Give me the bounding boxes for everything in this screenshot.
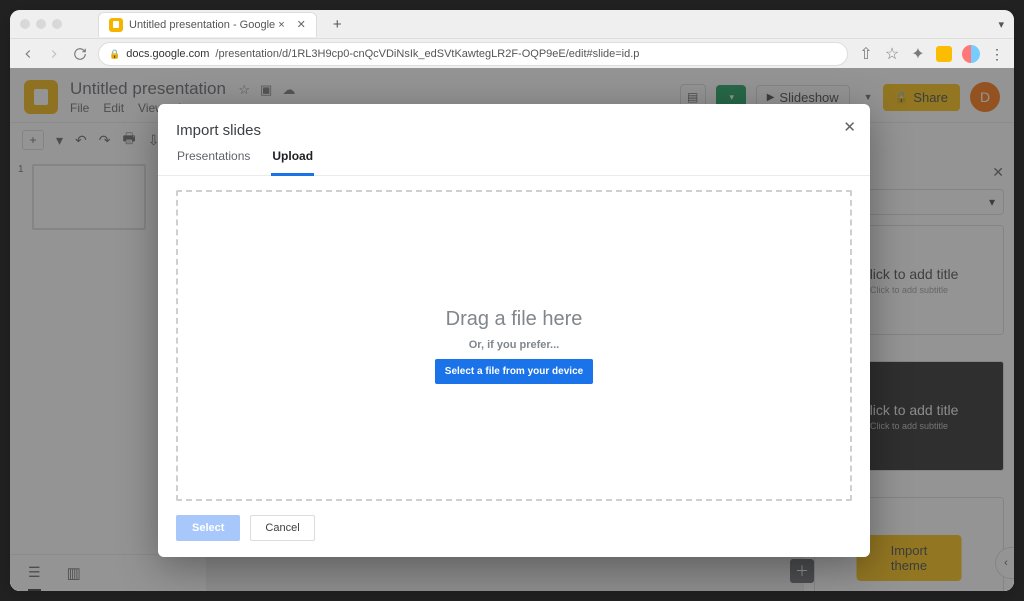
new-tab-button[interactable]: + [333,16,342,33]
url-host: docs.google.com [126,48,209,60]
tab-upload[interactable]: Upload [271,149,314,176]
tabs-overflow-icon[interactable]: ▾ [998,18,1004,31]
dropzone-or-text: Or, if you prefer... [469,339,559,351]
forward-button [46,46,62,62]
extension-yellow-icon[interactable] [936,46,952,62]
share-page-icon[interactable]: ⇧ [858,46,874,62]
browser-address-bar: docs.google.com/presentation/d/1RL3H9cp0… [10,39,1014,70]
reload-button[interactable] [72,46,88,62]
dialog-tabs: Presentations Upload [158,149,870,176]
browser-tab[interactable]: Untitled presentation - Google × ✕ [98,12,317,37]
profile-avatar-icon[interactable] [962,45,980,63]
lock-icon [109,48,120,60]
dialog-title: Import slides [176,122,852,139]
select-file-button[interactable]: Select a file from your device [435,359,593,384]
back-button[interactable] [20,46,36,62]
window-zoom-dot[interactable] [52,19,62,29]
extensions-icon[interactable]: ✦ [910,46,926,62]
bookmark-icon[interactable]: ☆ [884,46,900,62]
tab-presentations[interactable]: Presentations [176,149,251,175]
window-close-dot[interactable] [20,19,30,29]
url-field[interactable]: docs.google.com/presentation/d/1RL3H9cp0… [98,42,848,66]
browser-tab-title: Untitled presentation - Google × [129,19,285,31]
dropzone-title: Drag a file here [446,308,583,331]
dialog-close-icon[interactable]: ✕ [843,118,856,136]
browser-menu-icon[interactable]: ⋮ [990,46,1004,63]
window-minimize-dot[interactable] [36,19,46,29]
dialog-select-button: Select [176,515,240,541]
url-path: /presentation/d/1RL3H9cp0-cnQcVDiNsIk_ed… [215,48,639,60]
close-tab-icon[interactable]: ✕ [297,18,306,31]
browser-titlebar: Untitled presentation - Google × ✕ + ▾ [10,10,1014,39]
dialog-cancel-button[interactable]: Cancel [250,515,314,541]
slides-favicon-icon [109,18,123,32]
upload-dropzone[interactable]: Drag a file here Or, if you prefer... Se… [176,190,852,501]
import-slides-dialog: ✕ Import slides Presentations Upload Dra… [158,104,870,557]
